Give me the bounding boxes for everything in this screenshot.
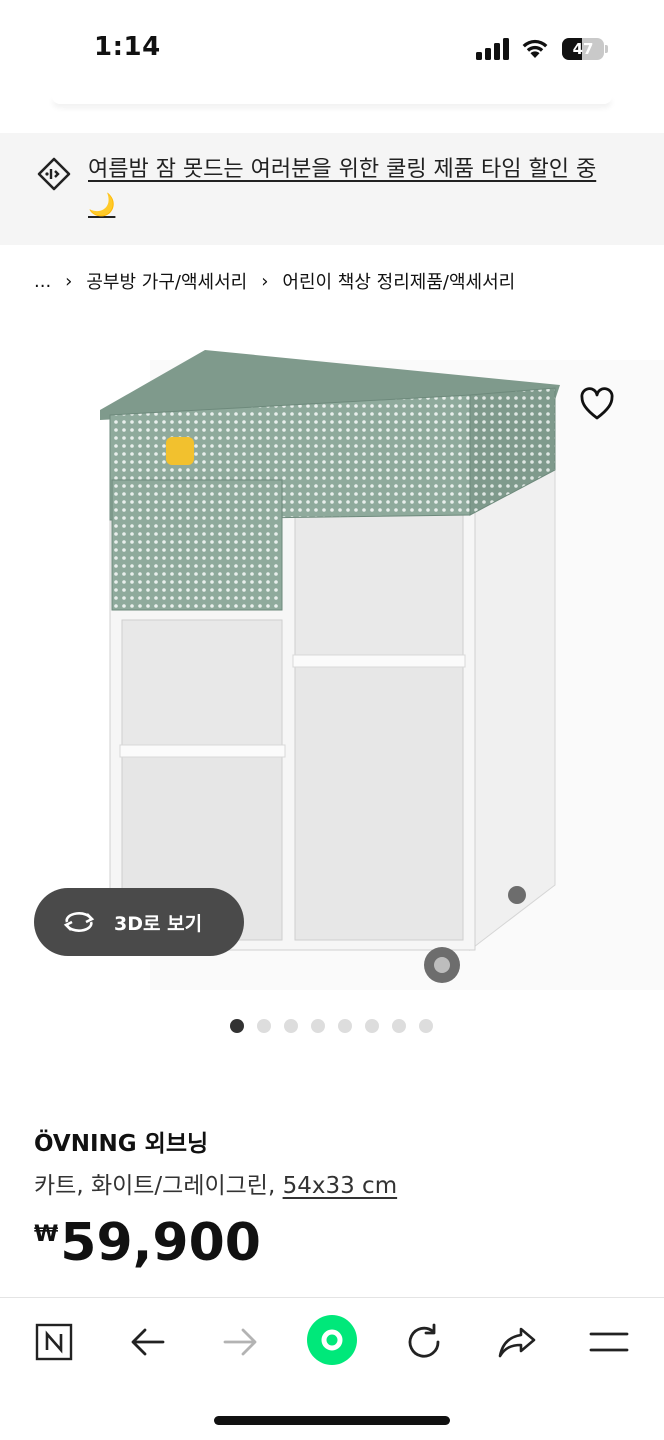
carousel-dot[interactable] bbox=[419, 1019, 433, 1033]
price-currency: ₩ bbox=[34, 1222, 59, 1247]
search-bar-edge bbox=[52, 96, 612, 104]
battery-level: 47 bbox=[572, 40, 594, 58]
price-value: 59,900 bbox=[60, 1213, 261, 1273]
status-bar: 1:14 47 bbox=[0, 0, 664, 100]
carousel-dot[interactable] bbox=[392, 1019, 406, 1033]
carousel-dot[interactable] bbox=[284, 1019, 298, 1033]
product-price: ₩ 59,900 bbox=[34, 1212, 261, 1274]
product-size-link[interactable]: 54x33 cm bbox=[283, 1173, 398, 1199]
home-indicator bbox=[214, 1416, 450, 1425]
carousel-dot[interactable] bbox=[311, 1019, 325, 1033]
home-green-icon[interactable] bbox=[306, 1314, 358, 1366]
product-name: ÖVNING 외브닝 bbox=[34, 1131, 209, 1157]
refresh-icon[interactable] bbox=[402, 1320, 446, 1364]
carousel-dot[interactable] bbox=[230, 1019, 244, 1033]
product-description: 카트, 화이트/그레이그린, 54x33 cm bbox=[34, 1166, 397, 1200]
status-time: 1:14 bbox=[94, 32, 161, 62]
breadcrumb-item-study-furniture[interactable]: 공부방 가구/액세서리 bbox=[86, 268, 247, 294]
menu-icon[interactable] bbox=[587, 1320, 631, 1364]
chevron-right-icon: › bbox=[261, 270, 269, 292]
chevron-right-icon: › bbox=[65, 270, 73, 292]
wifi-icon bbox=[522, 39, 548, 58]
breadcrumb: ... › 공부방 가구/액세서리 › 어린이 책상 정리제품/액세서리 bbox=[34, 266, 515, 296]
forward-icon bbox=[218, 1320, 262, 1364]
rotate-3d-icon bbox=[63, 912, 95, 932]
carousel-dot[interactable] bbox=[257, 1019, 271, 1033]
view-3d-label: 3D로 보기 bbox=[114, 912, 203, 935]
breadcrumb-ellipsis[interactable]: ... bbox=[34, 271, 51, 292]
battery-icon: 47 bbox=[562, 38, 608, 60]
carousel-dot[interactable] bbox=[365, 1019, 379, 1033]
promo-link[interactable]: 여름밤 잠 못드는 여러분을 위한 쿨링 제품 타임 할인 중🌙 bbox=[88, 152, 618, 224]
carousel-dot[interactable] bbox=[338, 1019, 352, 1033]
product-description-text: 카트, 화이트/그레이그린, bbox=[34, 1173, 283, 1199]
back-icon[interactable] bbox=[126, 1320, 170, 1364]
share-icon[interactable] bbox=[495, 1320, 539, 1364]
price-tag-icon bbox=[37, 157, 71, 191]
view-3d-button[interactable]: 3D로 보기 bbox=[34, 888, 244, 956]
breadcrumb-item-desk-organizers[interactable]: 어린이 책상 정리제품/액세서리 bbox=[282, 268, 515, 294]
naver-icon[interactable] bbox=[32, 1320, 76, 1364]
favorite-heart-icon[interactable] bbox=[578, 385, 616, 423]
cellular-signal-icon bbox=[476, 38, 509, 60]
carousel-dots bbox=[230, 1019, 433, 1033]
